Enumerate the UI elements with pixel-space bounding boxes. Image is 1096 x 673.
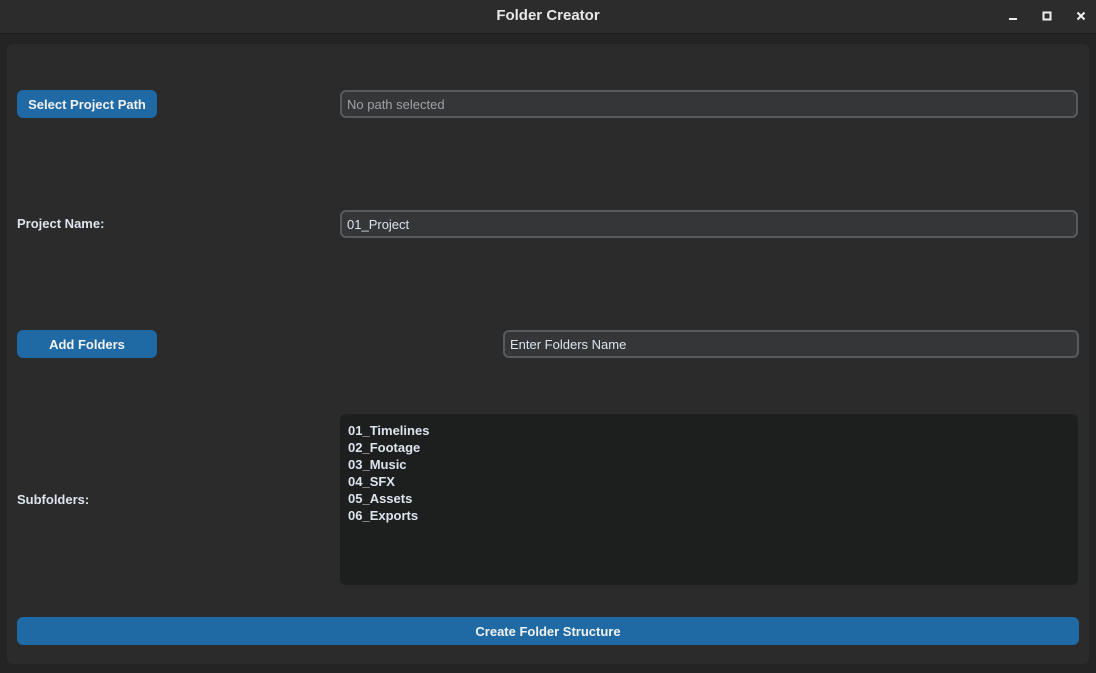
maximize-icon[interactable] <box>1036 6 1058 26</box>
folder-name-input[interactable]: Enter Folders Name <box>503 330 1079 358</box>
window-title: Folder Creator <box>496 7 600 24</box>
app-window: Folder Creator Select Project Path No pa… <box>0 0 1096 673</box>
project-path-field[interactable]: No path selected <box>340 90 1078 118</box>
close-icon[interactable] <box>1070 6 1092 26</box>
list-item: 04_SFX <box>348 474 395 489</box>
list-item: 02_Footage <box>348 440 421 455</box>
create-folder-structure-button[interactable]: Create Folder Structure <box>17 617 1079 645</box>
main-panel: Select Project Path No path selected Pro… <box>7 44 1089 664</box>
list-item: 01_Timelines <box>348 423 430 438</box>
title-bar[interactable]: Folder Creator <box>0 0 1096 34</box>
add-folders-button[interactable]: Add Folders <box>17 330 157 358</box>
project-name-label: Project Name: <box>17 216 105 231</box>
list-item: 06_Exports <box>348 508 419 523</box>
subfolders-textbox[interactable]: 01_Timelines 02_Footage 03_Music 04_SFX … <box>340 414 1078 585</box>
minimize-icon[interactable] <box>1002 6 1024 26</box>
subfolders-label: Subfolders: <box>17 492 90 507</box>
list-item: 05_Assets <box>348 491 413 506</box>
project-name-input[interactable]: 01_Project <box>340 210 1078 238</box>
select-project-path-button[interactable]: Select Project Path <box>17 90 157 118</box>
list-item: 03_Music <box>348 457 407 472</box>
